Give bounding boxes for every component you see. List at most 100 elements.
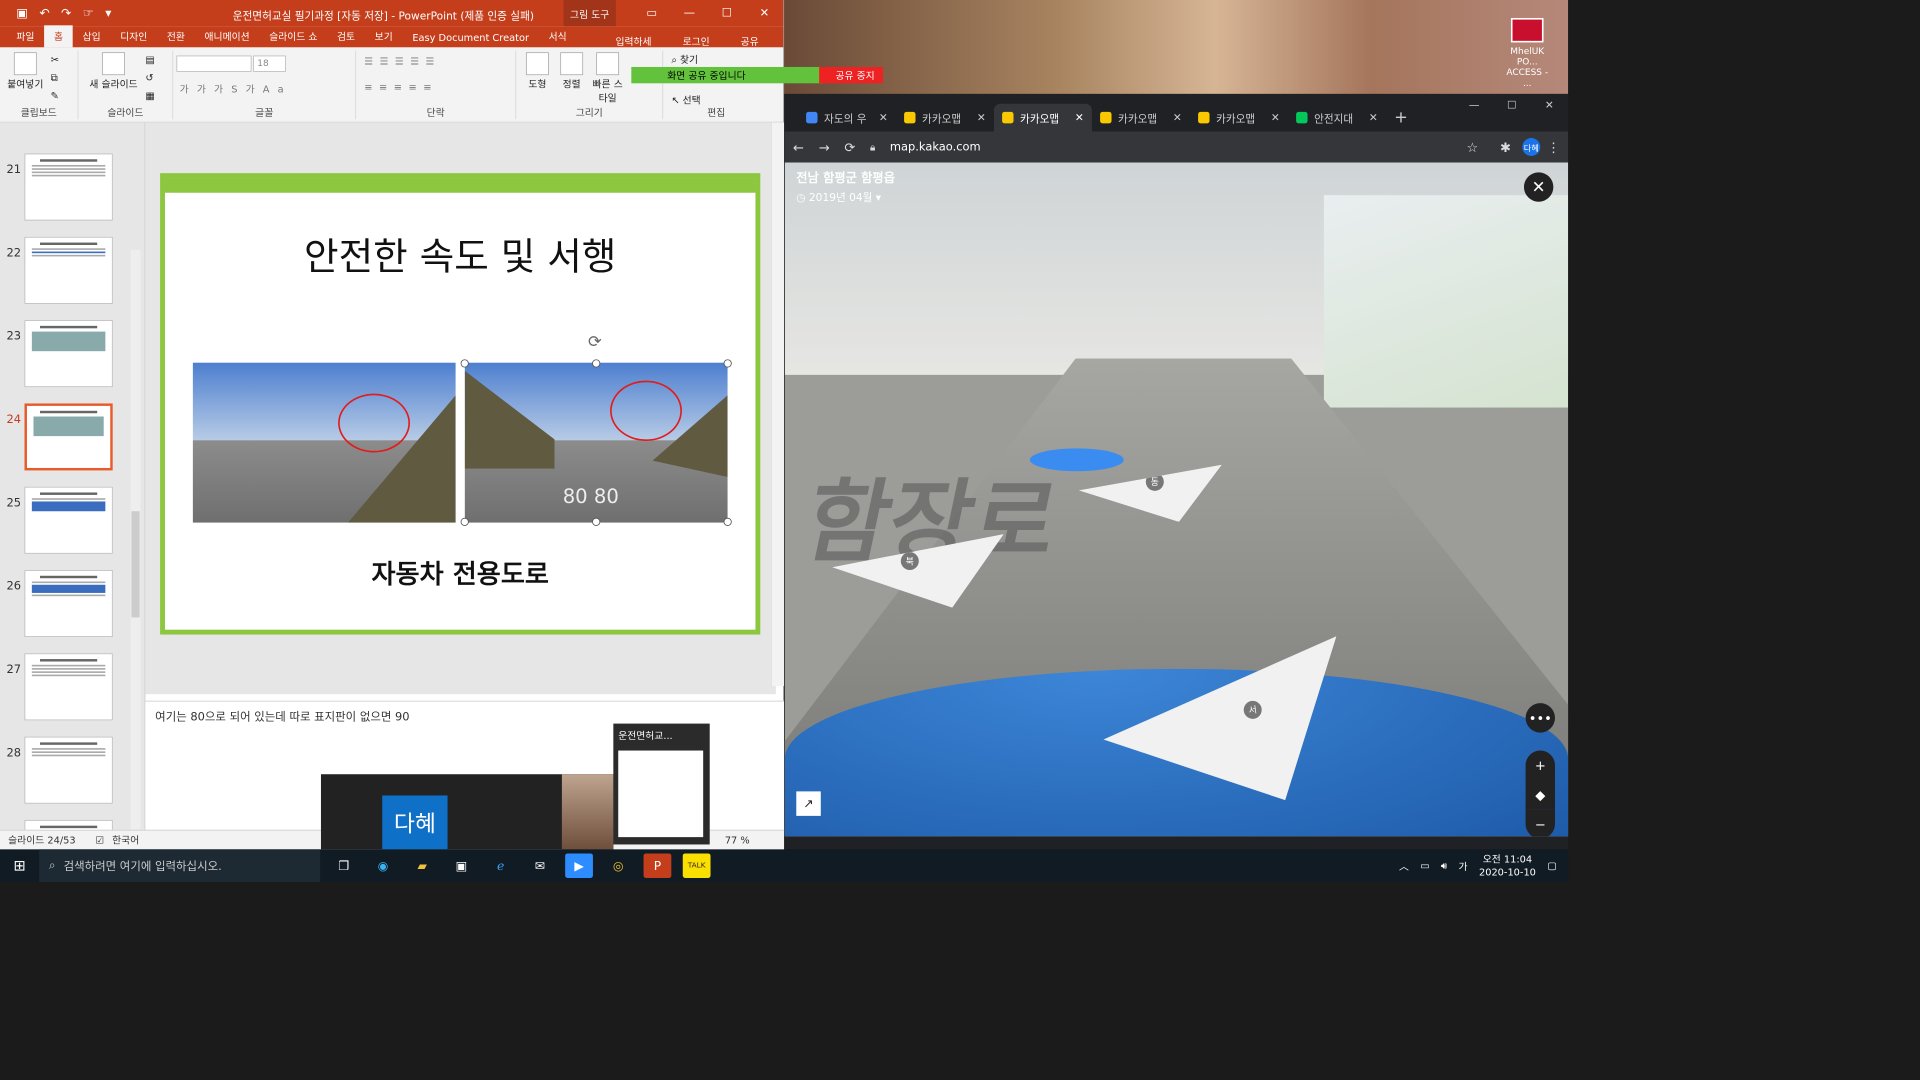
file-explorer-icon[interactable]: ▰ xyxy=(408,853,436,878)
browser-tab-active[interactable]: 카카오맵 ✕ xyxy=(993,103,1092,132)
notification-icon[interactable]: ▢ xyxy=(1547,860,1556,871)
slide-caption[interactable]: 자동차 전용도로 xyxy=(165,554,755,592)
tab-slideshow[interactable]: 슬라이드 쇼 xyxy=(259,25,327,47)
zoom-in-button[interactable]: + xyxy=(1525,750,1555,780)
format-painter-icon[interactable]: ✎ xyxy=(51,90,59,101)
road-photo-right[interactable]: 80 80 xyxy=(464,362,728,523)
arrange-button[interactable]: 정렬 xyxy=(555,52,588,90)
tab-view[interactable]: 보기 xyxy=(365,25,403,47)
thumbnail-slide-23[interactable]: 23 xyxy=(0,309,145,391)
thumbnail-slide-29[interactable]: 29 xyxy=(0,809,145,832)
minimize-button[interactable]: — xyxy=(671,0,709,26)
undo-icon[interactable]: ↶ xyxy=(39,6,49,21)
tab-easy-document-creator[interactable]: Easy Document Creator xyxy=(403,28,539,48)
save-icon[interactable]: ▣ xyxy=(16,6,28,21)
tab-transitions[interactable]: 전환 xyxy=(157,25,195,47)
browser-tab[interactable]: 카카오맵 ✕ xyxy=(1092,104,1190,132)
compass-icon[interactable]: ◆ xyxy=(1525,779,1555,810)
thumbnail-slide-26[interactable]: 26 xyxy=(0,559,145,641)
reload-icon[interactable]: ⟳ xyxy=(844,139,855,155)
resize-handle[interactable] xyxy=(592,517,601,526)
resize-handle[interactable] xyxy=(592,359,601,368)
browser-tab[interactable]: 카카오맵 ✕ xyxy=(1190,104,1288,132)
menu-icon[interactable]: ⋮ xyxy=(1547,139,1560,155)
spellcheck-icon[interactable]: ☑ xyxy=(95,834,104,845)
start-icon[interactable]: ⊞ xyxy=(0,849,39,882)
copy-icon[interactable]: ⧉ xyxy=(51,72,58,84)
clock[interactable]: 오전 11:04 2020-10-10 xyxy=(1479,853,1536,879)
close-tab-icon[interactable]: ✕ xyxy=(1075,111,1084,123)
thumbnail-slide-27[interactable]: 27 xyxy=(0,642,145,724)
road-photo-left[interactable] xyxy=(192,362,456,523)
edge-icon[interactable]: ◉ xyxy=(369,853,397,878)
thumbnail-scrollbar[interactable] xyxy=(130,249,141,832)
kakaotalk-icon[interactable]: TALK xyxy=(682,853,711,878)
more-options-button[interactable]: ••• xyxy=(1525,703,1555,733)
font-format-buttons[interactable]: 가가가S가Aa xyxy=(180,82,343,96)
task-view-icon[interactable]: ❐ xyxy=(330,853,358,878)
ribbon-display-icon[interactable]: ▭ xyxy=(633,0,671,26)
new-tab-icon[interactable]: + xyxy=(1386,107,1408,132)
powerpoint-icon[interactable]: P xyxy=(643,853,672,878)
resize-handle[interactable] xyxy=(460,359,469,368)
close-button[interactable]: ✕ xyxy=(746,0,784,26)
tab-design[interactable]: 디자인 xyxy=(110,25,157,47)
reset-icon[interactable]: ↺ xyxy=(145,72,153,83)
thumbnail-slide-22[interactable]: 22 xyxy=(0,225,145,307)
thumbnail-slide-28[interactable]: 28 xyxy=(0,725,145,807)
align-buttons[interactable]: ≡≡≡≡≡ xyxy=(364,82,503,93)
tab-review[interactable]: 검토 xyxy=(327,25,365,47)
profile-avatar[interactable]: 다혜 xyxy=(1522,138,1541,156)
font-size-input[interactable]: 18 xyxy=(253,55,286,72)
maximize-button[interactable]: ☐ xyxy=(708,0,746,26)
close-tab-icon[interactable]: ✕ xyxy=(977,111,986,123)
network-icon[interactable]: ▭ xyxy=(1420,860,1429,871)
browser-tab[interactable]: 카카오맵 ✕ xyxy=(896,104,994,132)
minimize-button[interactable]: — xyxy=(1455,94,1493,117)
browser-tab[interactable]: 자도의 우 ✕ xyxy=(798,104,896,132)
touch-mode-icon[interactable]: ☞ xyxy=(83,6,94,21)
thumbnail-slide-21[interactable]: 21 xyxy=(0,142,145,224)
bookmark-star-icon[interactable]: ☆ xyxy=(1467,139,1479,155)
zoom-out-button[interactable]: − xyxy=(1525,809,1555,837)
volume-icon[interactable]: 🔊︎ xyxy=(1441,860,1447,872)
section-icon[interactable]: ▦ xyxy=(145,90,154,101)
tab-file[interactable]: 파일 xyxy=(7,25,45,47)
mail-icon[interactable]: ✉ xyxy=(526,853,554,878)
extensions-icon[interactable]: ✱ xyxy=(1500,139,1511,155)
ime-indicator[interactable]: 가 xyxy=(1459,859,1468,873)
back-icon[interactable]: ← xyxy=(793,139,804,155)
resize-handle[interactable] xyxy=(723,359,732,368)
taskbar-preview-popup[interactable]: 운전면허교... xyxy=(613,723,710,845)
find-button[interactable]: ⌕ 찾기 xyxy=(671,52,698,66)
chrome-icon[interactable]: ◎ xyxy=(604,853,632,878)
desktop-shortcut[interactable]: MhelUK PO... ACCESS - ... xyxy=(1503,17,1552,88)
taskbar-search[interactable]: ⌕ 검색하려면 여기에 입력하십시오. xyxy=(39,849,321,883)
close-tab-icon[interactable]: ✕ xyxy=(1271,111,1280,123)
close-tab-icon[interactable]: ✕ xyxy=(1369,111,1378,123)
shapes-button[interactable]: 도형 xyxy=(521,52,554,90)
store-icon[interactable]: ▣ xyxy=(448,853,476,878)
zoom-level[interactable]: 77 % xyxy=(725,835,750,846)
tab-home[interactable]: 홈 xyxy=(44,25,73,48)
close-roadview-button[interactable]: ✕ xyxy=(1523,172,1554,202)
thumbnail-slide-25[interactable]: 25 xyxy=(0,475,145,557)
forward-icon[interactable]: → xyxy=(819,139,830,155)
quick-style-button[interactable]: 빠른 스타일 xyxy=(591,52,624,104)
cut-icon[interactable]: ✂ xyxy=(51,54,59,65)
ie-icon[interactable]: ℯ xyxy=(487,853,515,878)
new-slide-button[interactable]: 새 슬라이드 xyxy=(87,52,141,90)
browser-tab[interactable]: 안전지대 ✕ xyxy=(1288,104,1386,132)
capture-date[interactable]: ◷ 2019년 04월 ▾ xyxy=(796,189,881,204)
tray-expand-icon[interactable]: ︿ xyxy=(1399,859,1409,873)
tab-animations[interactable]: 애니메이션 xyxy=(195,25,260,47)
close-tab-icon[interactable]: ✕ xyxy=(1173,111,1182,123)
list-buttons[interactable]: ☰☰☰☰☰ xyxy=(364,56,503,67)
stop-share-button[interactable]: 공유 중지 xyxy=(819,66,883,84)
zoom-app-icon[interactable]: ▶ xyxy=(565,853,593,878)
url-field[interactable]: map.kakao.com xyxy=(890,140,981,153)
close-button[interactable]: ✕ xyxy=(1530,94,1568,117)
font-name-input[interactable] xyxy=(176,55,252,72)
redo-icon[interactable]: ↷ xyxy=(61,6,71,21)
maximize-button[interactable]: ☐ xyxy=(1493,94,1531,117)
